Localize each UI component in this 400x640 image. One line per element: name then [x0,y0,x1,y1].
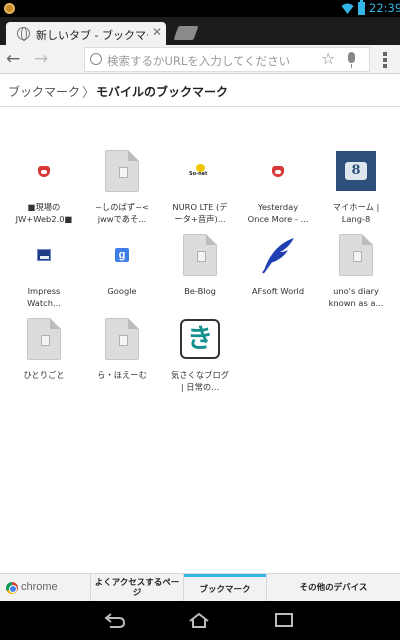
bookmark-tile[interactable]: ら・ほえーむ [84,297,160,380]
omnibox-placeholder[interactable]: 検索するかURLを入力してください [107,53,290,69]
star-icon[interactable]: ☆ [321,49,335,68]
globe-icon [90,53,102,65]
document-icon [336,234,376,276]
bookmark-tile[interactable]: Be-Blog [162,213,238,296]
bookmark-tile[interactable]: 8 マイホーム | Lang-8 [318,129,394,224]
bookmark-label: ら・ほえーむ [97,370,147,380]
omnibox[interactable]: 検索するかURLを入力してください ☆ [84,47,370,72]
forward-arrow-icon[interactable]: → [34,49,48,69]
bookmark-tile[interactable]: ひとりごと [6,297,82,380]
status-bar: 22:39 [0,0,400,17]
ki-favicon-icon: き [180,319,220,359]
bookmark-label: Be-Blog [184,286,216,296]
google-favicon-icon: g [102,235,142,275]
bookmark-tile[interactable]: Impress Watch... [6,213,82,308]
fox-favicon-icon [258,151,298,191]
back-arrow-icon[interactable]: ← [6,49,20,69]
chevron-right-icon: 〉 [82,86,96,101]
breadcrumb-root[interactable]: ブックマーク [8,83,80,100]
breadcrumb: ブックマーク 〉 モバイルのブックマーク [0,74,400,107]
home-icon[interactable] [188,611,210,629]
system-navigation-bar [0,601,400,640]
fox-favicon-icon [24,151,64,191]
chrome-brand: chrome [21,581,58,593]
back-icon[interactable] [104,611,126,629]
bookmark-grid: ■現場の JW+Web2.0■ ~しのばず~< jwwであそ... NURO L… [0,107,400,573]
impress-favicon-icon [24,235,64,275]
document-icon [102,318,142,360]
status-time: 22:39 [369,1,400,15]
bookmark-tile[interactable]: NURO LTE (デ ータ+音声)... [162,129,238,224]
document-icon [102,150,142,192]
globe-icon [17,27,30,41]
bookmark-tile[interactable]: き 気さくなブログ | 日常の... [162,297,238,392]
tab-title: 新しいタブ - ブックマーク [36,29,148,42]
bookmark-label: uno's diary known as a... [328,286,384,308]
document-icon [24,318,64,360]
bookmark-tile[interactable]: ~しのばず~< jwwであそ... [84,129,160,224]
notification-app-icon [4,3,15,14]
breadcrumb-current: モバイルのブックマーク [96,85,229,99]
wifi-icon [341,3,354,14]
bookmark-label: 気さくなブログ | 日常の... [170,370,230,392]
bookmark-tile[interactable]: uno's diary known as a... [318,213,394,308]
bookmark-label: AFsoft World [251,286,305,296]
browser-tab[interactable]: 新しいタブ - ブックマーク ✕ [6,22,166,45]
document-icon [180,234,220,276]
tab-bookmarks[interactable]: ブックマーク [184,574,266,602]
new-tab-button[interactable] [173,26,199,40]
bottom-navigation: chrome よくアクセスするページ ブックマーク その他のデバイス [0,573,400,602]
bookmark-label: Google [107,286,137,296]
bookmark-tile[interactable]: g Google [84,213,160,296]
tab-most-visited[interactable]: よくアクセスするページ [91,574,183,602]
browser-toolbar: ← → 検索するかURLを入力してください ☆ [0,45,400,74]
bookmark-tile[interactable]: Yesterday Once More - ... [240,129,316,224]
bookmark-label: ひとりごと [23,370,65,380]
chrome-logo-icon [6,582,18,594]
bookmark-tile[interactable]: ■現場の JW+Web2.0■ [6,129,82,224]
feather-favicon-icon [258,235,298,275]
so-net-favicon-icon [180,151,220,191]
overflow-menu-icon[interactable] [383,52,387,68]
close-tab-icon[interactable]: ✕ [152,25,162,39]
battery-icon [358,0,365,15]
recent-apps-icon[interactable] [274,612,294,628]
lang8-favicon-icon: 8 [336,151,376,191]
tab-other-devices[interactable]: その他のデバイス [267,574,400,602]
microphone-icon[interactable] [348,52,355,68]
tab-strip: 新しいタブ - ブックマーク ✕ [0,17,400,45]
bookmark-tile[interactable]: AFsoft World [240,213,316,296]
